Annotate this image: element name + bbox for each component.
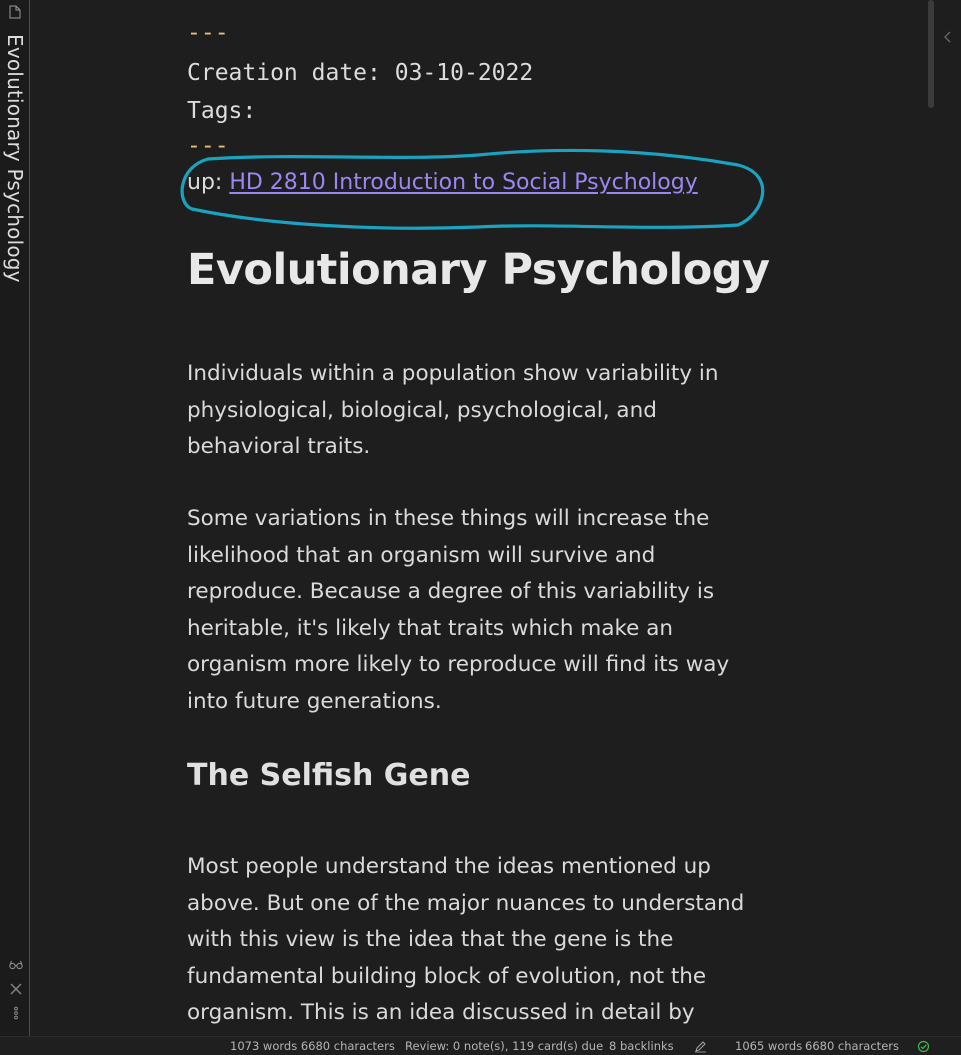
section-heading: The Selfish Gene <box>187 758 471 793</box>
paragraph-line: organism. This is an idea discussed in d… <box>187 1000 695 1025</box>
status-bar: 1073 words 6680 characters Review: 0 not… <box>0 1036 961 1055</box>
app-window: Evolutionary Psychology --- Creation dat… <box>0 0 961 1055</box>
paragraph-line: Some variations in these things will inc… <box>187 506 710 531</box>
paragraph-line: behavioral traits. <box>187 434 371 459</box>
paragraph-line: organism more likely to reproduce will f… <box>187 652 730 677</box>
up-link-line: up: HD 2810 Introduction to Social Psych… <box>187 170 698 195</box>
status-word-count: 1073 words 6680 characters <box>230 1039 395 1053</box>
paragraph-line: Most people understand the ideas mention… <box>187 854 711 879</box>
right-sidebar-collapsed <box>935 0 961 1036</box>
paragraph-line: Individuals within a population show var… <box>187 361 719 386</box>
paragraph-line: with this view is the idea that the gene… <box>187 927 674 952</box>
status-characters: 6680 characters <box>805 1039 899 1053</box>
frontmatter-close-delimiter: --- <box>187 133 229 159</box>
paragraph-3: Most people understand the ideas mention… <box>187 849 787 1032</box>
parent-note-link[interactable]: HD 2810 Introduction to Social Psycholog… <box>229 170 697 195</box>
pane-vertical-title[interactable]: Evolutionary Psychology <box>3 34 27 283</box>
paragraph-1: Individuals within a population show var… <box>187 356 787 466</box>
status-words: 1065 words <box>735 1039 803 1053</box>
check-circle-icon[interactable] <box>917 1040 930 1053</box>
collapsed-pane[interactable]: Evolutionary Psychology <box>0 0 30 1036</box>
close-icon[interactable] <box>9 982 23 996</box>
frontmatter-creation-date: Creation date: 03-10-2022 <box>187 54 533 92</box>
paragraph-line: physiological, biological, psychological… <box>187 397 657 423</box>
note-editor[interactable]: --- Creation date: 03-10-2022 Tags: --- … <box>30 0 927 1036</box>
pane-actions <box>8 958 24 1020</box>
paragraph-line: fundamental building block of evolution,… <box>187 963 707 989</box>
note-title: Evolutionary Psychology <box>187 245 770 295</box>
status-backlinks[interactable]: 8 backlinks <box>609 1039 674 1053</box>
scrollbar-track[interactable] <box>927 0 935 1036</box>
creation-date-label: Creation date: <box>187 60 381 86</box>
status-review[interactable]: Review: 0 note(s), 119 card(s) due <box>405 1039 603 1053</box>
frontmatter-open-delimiter: --- <box>187 20 229 46</box>
tags-label: Tags: <box>187 98 257 124</box>
file-icon[interactable] <box>9 5 21 19</box>
pencil-icon[interactable] <box>694 1040 707 1053</box>
paragraph-line: likelihood that an organism will survive… <box>187 542 656 568</box>
paragraph-line: reproduce. Because a degree of this vari… <box>187 579 715 604</box>
more-vertical-icon[interactable] <box>9 1006 23 1020</box>
creation-date-value: 03-10-2022 <box>394 60 534 86</box>
paragraph-2: Some variations in these things will inc… <box>187 501 787 720</box>
scrollbar-thumb[interactable] <box>928 0 934 108</box>
paragraph-line: above. But one of the major nuances to u… <box>187 890 745 916</box>
paragraph-line: into future generations. <box>187 688 442 714</box>
chevron-left-icon[interactable] <box>943 30 953 44</box>
glasses-icon[interactable] <box>9 958 23 972</box>
up-prefix: up: <box>187 170 223 195</box>
paragraph-line: heritable, it's likely that traits which… <box>187 615 674 641</box>
frontmatter-tags: Tags: <box>187 92 256 130</box>
